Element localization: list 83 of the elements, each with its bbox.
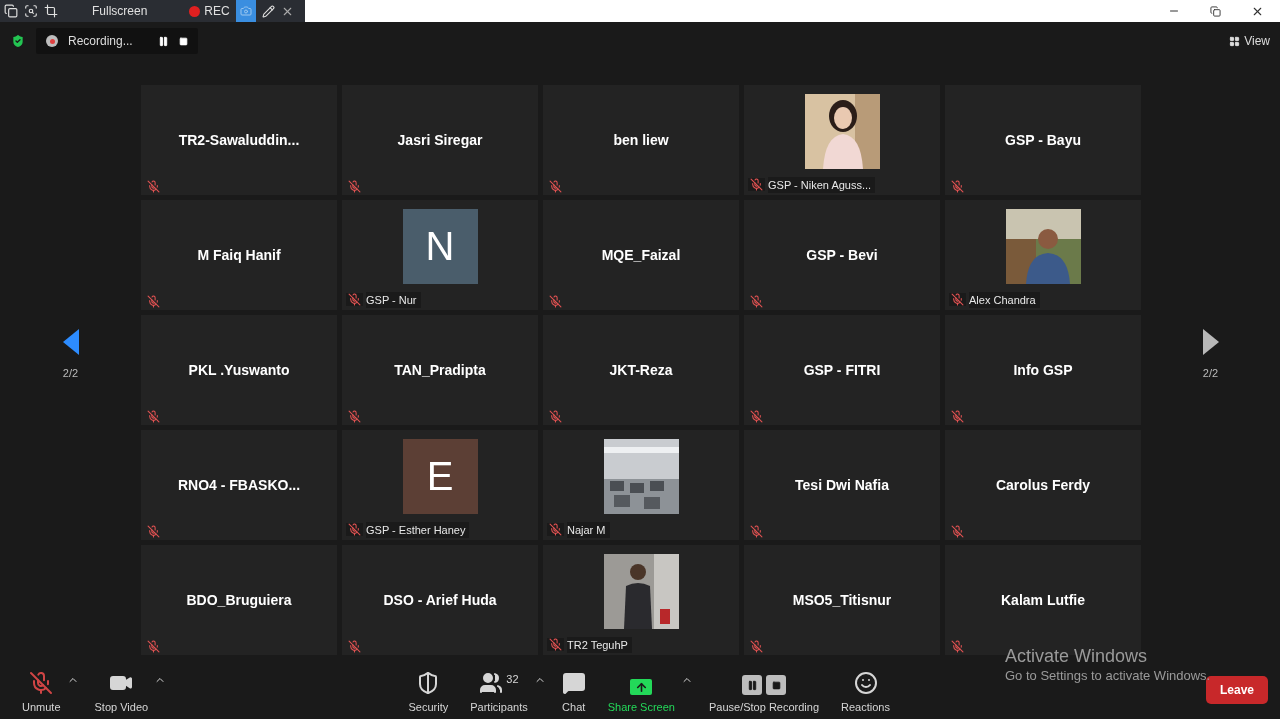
participant-name: GSP - Esther Haney xyxy=(366,521,470,538)
fullscreen-button[interactable]: Fullscreen xyxy=(92,2,148,20)
participant-name: GSP - Bayu xyxy=(1005,130,1081,150)
security-shield-icon[interactable] xyxy=(10,33,26,49)
share-screen-icon xyxy=(630,679,653,695)
participant-name: TR2 TeguhP xyxy=(567,636,632,653)
video-tile[interactable]: N GSP - Nur xyxy=(342,200,538,310)
video-tile[interactable]: Carolus Ferdy xyxy=(945,430,1141,540)
page-indicator: 2/2 xyxy=(1202,365,1219,381)
recording-button[interactable]: Pause/Stop Recording xyxy=(702,663,826,716)
chat-button[interactable]: Chat xyxy=(555,663,592,716)
participant-name: Info GSP xyxy=(1013,360,1073,380)
participant-name: BDO_Bruguiera xyxy=(186,590,292,610)
reactions-icon xyxy=(853,671,878,695)
share-button[interactable]: Share Screen xyxy=(601,663,681,716)
participant-name: GSP - FITRI xyxy=(803,360,881,380)
security-button[interactable]: Security xyxy=(402,663,455,716)
pencil-icon[interactable] xyxy=(261,4,275,18)
participant-name: PKL .Yuswanto xyxy=(188,360,290,380)
avatar-initial: N xyxy=(425,223,455,270)
participant-name: DSO - Arief Huda xyxy=(383,590,497,610)
previous-page-arrow[interactable] xyxy=(62,328,79,355)
video-tile[interactable]: TAN_Pradipta xyxy=(342,315,538,425)
view-button[interactable]: View xyxy=(1229,32,1270,50)
video-tile[interactable]: BDO_Bruguiera xyxy=(141,545,337,655)
participant-name: Alex Chandra xyxy=(969,291,1040,308)
participant-name: GSP - Nur xyxy=(366,291,421,308)
video-tile[interactable]: Najar M xyxy=(543,430,739,540)
participant-name: Tesi Dwi Nafia xyxy=(795,475,889,495)
video-tile[interactable]: DSO - Arief Huda xyxy=(342,545,538,655)
video-tile[interactable]: RNO4 - FBASKO... xyxy=(141,430,337,540)
participant-name: RNO4 - FBASKO... xyxy=(177,475,301,495)
chat-icon xyxy=(561,671,586,695)
video-tile[interactable]: GSP - Niken Aguss... xyxy=(744,85,940,195)
windows-icon[interactable] xyxy=(4,4,18,18)
record-button[interactable]: REC xyxy=(189,2,230,20)
participant-name: Jasri Siregar xyxy=(397,130,483,150)
mic-button[interactable]: Unmute xyxy=(16,663,67,716)
video-tile[interactable]: M Faiq Hanif xyxy=(141,200,337,310)
video-tile[interactable]: MQE_Faizal xyxy=(543,200,739,310)
restore-icon[interactable] xyxy=(1210,5,1221,17)
video-tile[interactable]: Alex Chandra xyxy=(945,200,1141,310)
page-indicator: 2/2 xyxy=(62,365,79,381)
participant-name: Carolus Ferdy xyxy=(995,475,1091,495)
participant-name: TR2-Sawaluddin... xyxy=(178,130,300,150)
pause-icon[interactable] xyxy=(158,35,169,47)
video-tile[interactable]: Tesi Dwi Nafia xyxy=(744,430,940,540)
participant-name: ben liew xyxy=(613,130,669,150)
reactions-button[interactable]: Reactions xyxy=(835,663,896,716)
participant-name: GSP - Bevi xyxy=(806,245,878,265)
camera-icon xyxy=(239,5,252,17)
video-tile[interactable]: GSP - FITRI xyxy=(744,315,940,425)
video-tile[interactable]: TR2 TeguhP xyxy=(543,545,739,655)
video-tile[interactable]: E GSP - Esther Haney xyxy=(342,430,538,540)
recording-status: Recording... xyxy=(68,33,134,50)
video-tile[interactable]: Jasri Siregar xyxy=(342,85,538,195)
participant-name: MQE_Faizal xyxy=(601,245,681,265)
video-tile[interactable]: GSP - Bayu xyxy=(945,85,1141,195)
video-tile[interactable]: Info GSP xyxy=(945,315,1141,425)
video-tile[interactable]: TR2-Sawaluddin... xyxy=(141,85,337,195)
video-tile[interactable]: JKT-Reza xyxy=(543,315,739,425)
video-tile[interactable]: GSP - Bevi xyxy=(744,200,940,310)
participants-button[interactable]: 32 Participants xyxy=(464,663,534,716)
avatar-initial: E xyxy=(426,453,454,500)
video-tile[interactable]: ben liew xyxy=(543,85,739,195)
participant-name: M Faiq Hanif xyxy=(197,245,281,265)
participants-icon xyxy=(479,671,504,695)
participant-name: MSO5_Titisnur xyxy=(792,590,892,610)
participant-name: Najar M xyxy=(567,521,610,538)
video-tile[interactable]: MSO5_Titisnur xyxy=(744,545,940,655)
participant-name: GSP - Niken Aguss... xyxy=(768,176,876,193)
video-tile[interactable]: PKL .Yuswanto xyxy=(141,315,337,425)
stop-icon[interactable] xyxy=(179,36,188,46)
participant-name: Kalam Lutfie xyxy=(1001,590,1085,610)
participant-name: TAN_Pradipta xyxy=(394,360,486,380)
participant-count: 32 xyxy=(506,672,519,687)
camera-button[interactable] xyxy=(235,0,256,22)
region-search-icon[interactable] xyxy=(24,4,38,18)
video-button[interactable]: Stop Video xyxy=(88,663,155,716)
grid-icon xyxy=(1229,35,1241,47)
pause-stop-icon xyxy=(742,675,786,695)
participant-name: JKT-Reza xyxy=(609,360,673,380)
crop-icon[interactable] xyxy=(44,4,58,18)
